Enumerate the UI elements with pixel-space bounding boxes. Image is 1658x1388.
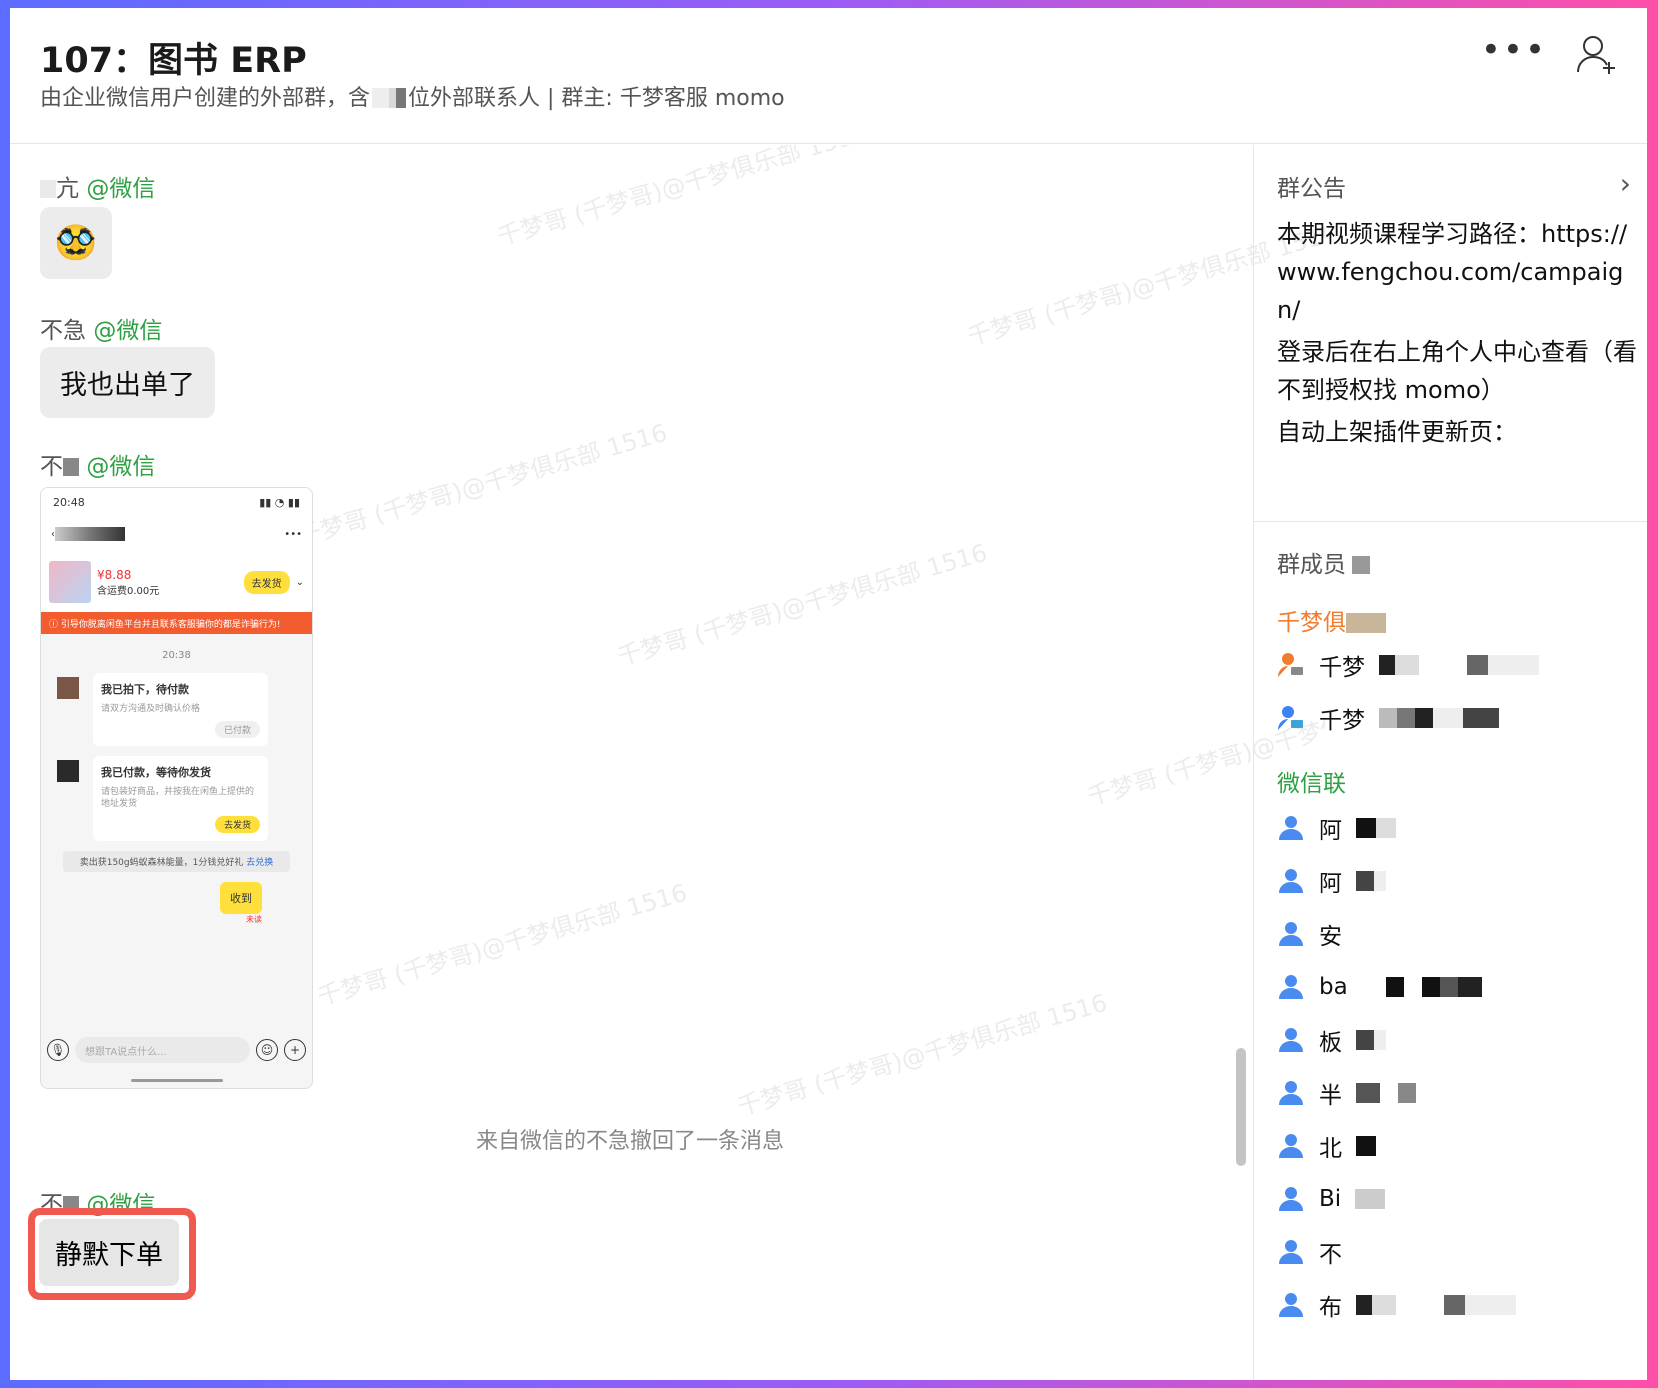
notice-content: 本期视频课程学习路径：https://www.fengchou.com/camp… [1277, 220, 1637, 446]
product-row: ¥8.88 含运费0.00元 去发货 ⌄ [41, 552, 312, 612]
user-icon [1279, 869, 1303, 893]
member-item[interactable]: Bi [1277, 1184, 1386, 1214]
watermark: 千梦哥 (千梦哥)@千梦俱乐部 1516 [614, 538, 991, 672]
received-bubble: 收到 [220, 882, 262, 914]
user-icon [1279, 1240, 1303, 1264]
group-label-qianmeng: 千梦俱 [1277, 603, 1386, 637]
redacted-name [1356, 1136, 1376, 1156]
status-icons: ▮▮ ◔ ▮▮ [259, 496, 300, 509]
redacted-name [1356, 1295, 1516, 1315]
member-item[interactable]: 千梦 [1277, 650, 1539, 681]
chevron-down-icon: ⌄ [295, 576, 304, 588]
message-list[interactable]: 千梦哥 (千梦哥)@千梦俱乐部 1516 千梦哥 (千梦哥)@千梦俱乐部 151… [10, 145, 1325, 1380]
watermark: 千梦哥 (千梦哥)@千梦俱乐部 1516 [314, 878, 691, 1012]
more-icon: ••• [284, 528, 302, 540]
user-icon [1279, 1081, 1303, 1105]
avatar [57, 760, 79, 782]
redacted-name [40, 180, 56, 198]
redacted-name [1355, 1189, 1386, 1209]
text-message[interactable]: 我也出单了 [40, 347, 215, 418]
message-sender: 亢 @微信 [40, 169, 155, 203]
phone-input-bar: 🎙 想跟TA说点什么... ☺ + [47, 1036, 306, 1064]
phone-nav-bar: ‹ ••• [41, 516, 312, 552]
watermark: 千梦哥 (千梦哥)@千梦俱乐部 1516 [734, 988, 1111, 1122]
group-title: 107：图书 ERP [40, 41, 307, 81]
admin-user-icon [1278, 653, 1303, 677]
redacted-name [1356, 818, 1396, 838]
user-icon [1279, 922, 1303, 946]
member-item[interactable]: 安 [1277, 919, 1342, 950]
member-item[interactable]: 北 [1277, 1131, 1376, 1162]
scrollbar[interactable] [1236, 1048, 1246, 1166]
member-item[interactable]: ba [1277, 972, 1482, 1002]
user-icon [1279, 975, 1303, 999]
redacted-count [372, 88, 407, 108]
member-item[interactable]: 半 [1277, 1078, 1416, 1109]
subtitle-prefix: 由企业微信用户创建的外部群，含 [40, 86, 371, 111]
admin-user-icon [1278, 706, 1303, 730]
emoji-icon: ☺ [256, 1039, 278, 1061]
chat-time: 20:38 [162, 650, 191, 661]
redacted-name [55, 527, 125, 541]
wechat-tag: @微信 [93, 318, 163, 344]
highlight-box: 静默下单 [28, 1208, 196, 1300]
redacted-name [63, 458, 79, 476]
order-card: 我已付款，等待你发货 请包装好商品，并按我在闲鱼上提供的地址发货 去发货 [57, 756, 268, 841]
emoji-message[interactable]: 🥸 [40, 207, 112, 279]
member-item[interactable]: 板 [1277, 1025, 1386, 1056]
redacted-label [1346, 613, 1386, 633]
user-icon [1279, 816, 1303, 840]
more-options-button[interactable]: ••• [1481, 30, 1547, 70]
phone-status-bar: 20:48 ▮▮ ◔ ▮▮ [41, 488, 312, 516]
user-icon [1279, 1293, 1303, 1317]
subtitle-suffix: 位外部联系人 | 群主: 千梦客服 momo [408, 86, 785, 111]
message-sender: 不急 @微信 [40, 318, 163, 344]
chat-window: 107：图书 ERP 由企业微信用户创建的外部群，含 位外部联系人 | 群主: 千… [10, 8, 1647, 1380]
watermark: 千梦哥 (千梦哥)@千梦俱乐部 1516 [294, 418, 671, 552]
divider [1254, 521, 1647, 522]
user-icon [1279, 1028, 1303, 1052]
avatar [57, 677, 79, 699]
redacted-name [1356, 1083, 1416, 1103]
group-label-wechat: 微信联 [1277, 771, 1346, 797]
redacted-name [1356, 871, 1386, 891]
warning-banner: ⓘ 引导你脱离闲鱼平台并且联系客服骗你的都是诈骗行为! [41, 612, 312, 634]
add-member-icon[interactable] [1575, 32, 1619, 76]
user-icon [1279, 1187, 1303, 1211]
member-item[interactable]: 千梦 [1277, 703, 1499, 734]
plus-icon: + [284, 1039, 306, 1061]
member-item[interactable]: 阿 [1277, 813, 1396, 844]
promo-tip: 卖出获150g蚂蚁森林能量，1分钱兑好礼 去兑换 [63, 851, 290, 872]
wechat-tag: @微信 [86, 454, 156, 480]
home-indicator [131, 1079, 223, 1082]
unread-label: 未读 [246, 915, 262, 924]
members-title: 群成员 [1277, 545, 1370, 579]
wechat-tag: @微信 [86, 176, 156, 202]
image-message[interactable]: 20:48 ▮▮ ◔ ▮▮ ‹ ••• ¥8.88 含运费0.00元 去发货 ⌄… [40, 487, 313, 1089]
chat-header: 107：图书 ERP 由企业微信用户创建的外部群，含 位外部联系人 | 群主: 千… [10, 8, 1647, 144]
recall-notice: 来自微信的不急撤回了一条消息 [475, 1129, 784, 1154]
order-card: 我已拍下，待付款 请双方沟通及时确认价格 已付款 [57, 673, 268, 746]
microphone-icon: 🎙 [47, 1039, 69, 1061]
message-sender: 不 @微信 [40, 454, 156, 480]
redacted-name [1379, 708, 1499, 728]
redacted-count [1352, 556, 1370, 574]
ship-button: 去发货 [243, 570, 290, 594]
redacted-name [1356, 1030, 1386, 1050]
member-item[interactable]: 布 [1277, 1290, 1516, 1321]
user-icon [1279, 1134, 1303, 1158]
product-image [49, 561, 91, 603]
chevron-right-icon[interactable]: › [1620, 167, 1631, 200]
notice-title: 群公告 [1277, 176, 1346, 202]
redacted-name [1379, 655, 1539, 675]
watermark: 千梦哥 (千梦哥)@千梦俱乐部 1516 [494, 145, 871, 252]
redacted-name [1361, 977, 1482, 997]
text-message[interactable]: 静默下单 [39, 1219, 179, 1286]
group-subtitle: 由企业微信用户创建的外部群，含 位外部联系人 | 群主: 千梦客服 momo [40, 80, 785, 112]
member-item[interactable]: 阿 [1277, 866, 1386, 897]
group-info-panel: 群公告 › 本期视频课程学习路径：https://www.fengchou.co… [1253, 145, 1647, 1380]
member-item[interactable]: 不 [1277, 1237, 1342, 1268]
